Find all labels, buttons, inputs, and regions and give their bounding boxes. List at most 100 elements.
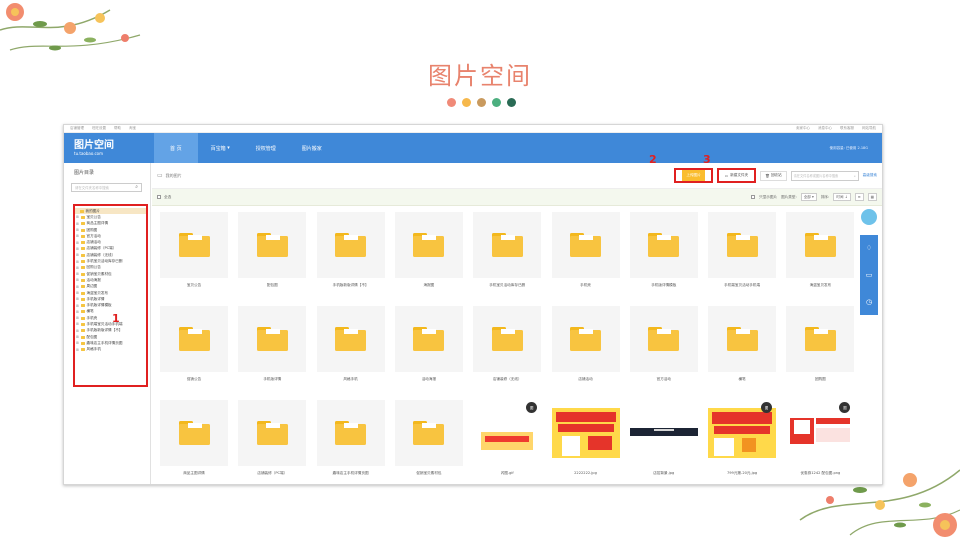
top-strip-item[interactable]: 淘宝 [129, 126, 136, 131]
list-view-button[interactable]: ≡ [854, 193, 864, 201]
folder-icon [81, 222, 85, 226]
image-item[interactable]: 2222222.jpg [551, 400, 620, 484]
folder-thumbnail[interactable] [160, 400, 228, 466]
tab-toolbox[interactable]: 百宝箱 ▾ [198, 133, 243, 163]
search-icon[interactable]: ⌕ [135, 185, 138, 190]
sidebar-folder-label: 店铺装修（PC端） [86, 246, 117, 251]
folder-item[interactable]: 团购图 [786, 306, 855, 392]
folder-item[interactable]: 活动海报 [394, 306, 463, 392]
type-select[interactable]: 全部 ▾ [800, 193, 817, 201]
folder-item[interactable]: 店铺装修（无线） [473, 306, 542, 392]
folder-thumbnail[interactable] [160, 212, 228, 278]
folder-thumbnail[interactable] [394, 212, 463, 278]
sidebar-folder-label: 周边图 [86, 284, 98, 289]
top-strip-right-item[interactable]: 联系客服 [840, 126, 854, 131]
breadcrumb[interactable]: 我的图片 [166, 173, 182, 179]
image-thumbnail[interactable] [551, 400, 620, 466]
folder-item[interactable]: 海报图 [394, 212, 463, 298]
folder-item[interactable]: 海盗宝贝发布 [786, 212, 855, 298]
only-images-checkbox[interactable] [751, 195, 756, 199]
grid-view-button[interactable]: ▦ [867, 193, 877, 201]
top-strip-right-item[interactable]: 消息中心 [818, 126, 832, 131]
folder-icon [81, 272, 85, 276]
image-item[interactable]: 图闪图.gif [473, 400, 542, 484]
image-item[interactable]: 图 799元第-20元.jpg [708, 400, 777, 484]
only-images-label: 只显示图片 [759, 194, 778, 199]
sidebar-folder-label: 宝贝公告 [86, 214, 101, 219]
tab-authorization[interactable]: 授权管理 [243, 133, 289, 163]
folder-item[interactable]: 配包图 [238, 212, 307, 298]
folder-thumbnail[interactable] [316, 212, 385, 278]
folder-thumbnail[interactable] [708, 306, 777, 372]
advanced-search-link[interactable]: 高级搜索 [863, 173, 877, 178]
folder-thumbnail[interactable] [238, 212, 307, 278]
folder-item[interactable]: 宝贝公告 [160, 212, 228, 298]
folder-thumbnail[interactable] [708, 212, 777, 278]
image-thumbnail[interactable] [629, 400, 698, 466]
folder-thumbnail[interactable] [394, 400, 463, 466]
title-dot [477, 98, 486, 107]
folder-item[interactable]: 风格手机 [316, 306, 385, 392]
top-strip-right-item[interactable]: 网站导航 [862, 126, 876, 131]
tab-image-move[interactable]: 图片搬家 [289, 133, 335, 163]
folder-item[interactable]: 手机宝贝活动库存已删 [473, 212, 542, 298]
recycle-bin-button[interactable]: 🗑 回收站 [760, 170, 787, 181]
folder-item[interactable]: 店铺活动 [551, 306, 620, 392]
folder-item[interactable]: 手机版详情 [238, 306, 307, 392]
folder-thumbnail[interactable] [316, 306, 385, 372]
search-icon[interactable]: ⌕ [854, 174, 856, 178]
image-item[interactable]: 店招背景.jpg [629, 400, 698, 484]
folder-item[interactable]: 横笔 [708, 306, 777, 392]
top-strip-item[interactable]: 帮助 [114, 126, 121, 131]
trash-icon: 🗑 [765, 173, 770, 178]
folder-thumbnail[interactable] [473, 306, 542, 372]
folder-thumbnail[interactable] [629, 306, 698, 372]
folder-thumbnail[interactable] [238, 306, 307, 372]
folder-item[interactable]: 手机版新版详情【不】 [316, 212, 385, 298]
select-all-checkbox[interactable] [157, 195, 161, 199]
tab-home[interactable]: 首 页 [154, 133, 198, 163]
clock-icon[interactable]: ◷ [866, 298, 872, 306]
sort-select[interactable]: 时间 ↓ [833, 193, 851, 201]
folder-item[interactable]: 官方活动 [629, 306, 698, 392]
folder-thumbnail[interactable] [238, 400, 307, 466]
folder-item[interactable]: 店铺装修（PC端） [238, 400, 307, 484]
upload-button[interactable]: 上传图片 [674, 168, 713, 183]
item-name: 手机端宝贝活动手机端 [724, 283, 761, 287]
sidebar-folder-item[interactable]: ⊞ 风格手机 [76, 347, 146, 353]
folder-thumbnail[interactable] [394, 306, 463, 372]
folder-search-input[interactable]: 请在文件夹名称中搜索 ⌕ [71, 183, 142, 192]
folder-icon [804, 233, 836, 257]
float-bubble-icon[interactable] [861, 209, 877, 225]
folder-item[interactable]: 手机壳 [551, 212, 620, 298]
sidebar-folder-label: 店铺装修（无线） [86, 252, 116, 257]
folder-item[interactable]: 手机端宝贝活动手机端 [708, 212, 777, 298]
folder-thumbnail[interactable] [160, 306, 228, 372]
brand-title: 图片空间 [74, 140, 114, 151]
folder-item[interactable]: 促销公告 [160, 306, 228, 392]
folder-thumbnail[interactable] [551, 306, 620, 372]
image-thumbnail[interactable]: 图 [786, 400, 855, 466]
new-folder-button[interactable]: ▭ 新建文件夹 [716, 168, 757, 183]
brand-logo[interactable]: 图片空间 tu.taobao.com [64, 133, 154, 163]
folder-thumbnail[interactable] [786, 306, 855, 372]
folder-item[interactable]: 手机版详情模板 [629, 212, 698, 298]
image-item[interactable]: 图优惠券1242 配包图.png [786, 400, 855, 484]
folder-thumbnail[interactable] [551, 212, 620, 278]
image-thumbnail[interactable]: 图 [708, 400, 777, 466]
bell-icon[interactable]: ♢ [866, 244, 872, 252]
top-strip-item[interactable]: 旺旺设置 [92, 126, 106, 131]
folder-thumbnail[interactable] [629, 212, 698, 278]
folder-thumbnail[interactable] [316, 400, 385, 466]
image-thumbnail[interactable]: 图 [473, 400, 542, 466]
image-search-input[interactable]: 请在文件名称或图片名称中搜索 ⌕ [790, 170, 859, 181]
folder-item[interactable]: 商品主图详情 [160, 400, 228, 484]
folder-thumbnail[interactable] [473, 212, 542, 278]
folder-thumbnail[interactable] [786, 212, 855, 278]
folder-item[interactable]: 趣味店主手机详情页图 [316, 400, 385, 484]
top-strip-item[interactable]: 店铺管理 [70, 126, 84, 131]
top-strip-right-item[interactable]: 卖家中心 [796, 126, 810, 131]
item-name: 商品主图详情 [183, 471, 205, 475]
folder-item[interactable]: 促销宝贝素材包 [394, 400, 463, 484]
chat-icon[interactable]: ▭ [866, 271, 873, 279]
